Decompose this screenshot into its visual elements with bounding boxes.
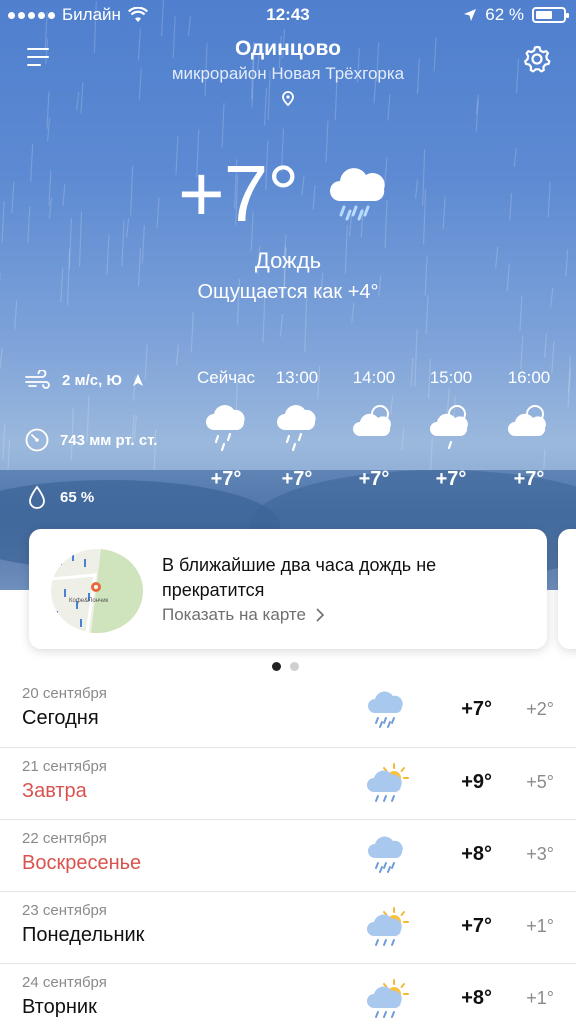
hourly-item[interactable]: Сейчас +7°: [191, 368, 261, 491]
day-name: Понедельник: [22, 924, 145, 946]
partly-cloudy-icon: [353, 405, 391, 436]
city-title[interactable]: Одинцово: [0, 37, 576, 61]
partly-cloudy-icon: [508, 405, 546, 436]
battery-percent: 62 %: [485, 5, 524, 24]
sun-cloud-rain-icon: [366, 906, 410, 955]
daily-forecast-row[interactable]: 22 сентября Воскресенье +8° +3°: [0, 819, 576, 891]
day-low-temp: +5°: [526, 772, 554, 792]
sun-cloud-rain-icon: [366, 762, 410, 811]
cloud-rain-icon: [277, 405, 316, 452]
pager-dot: [290, 662, 299, 671]
day-date: 21 сентября: [22, 758, 107, 775]
hour-temp: +7°: [435, 468, 467, 490]
hour-temp: +7°: [358, 468, 390, 490]
condition-label: Дождь: [254, 248, 322, 273]
hour-temp: +7°: [281, 468, 313, 490]
chevron-right-icon: [316, 608, 324, 622]
feels-like-label: Ощущается как +4°: [197, 281, 379, 303]
show-on-map-label: Показать на карте: [162, 605, 306, 624]
district-subtitle[interactable]: микрорайон Новая Трёхгорка: [0, 64, 576, 84]
humidity-drop-icon: [29, 485, 45, 509]
show-on-map-link[interactable]: Показать на карте: [162, 605, 324, 625]
day-date: 20 сентября: [22, 685, 107, 702]
hour-temp: +7°: [210, 468, 242, 490]
nowcast-message: В ближайшие два часа дождь не прекратитс…: [162, 555, 437, 600]
cloud-rain-icon: [366, 689, 406, 734]
location-pin-icon: [282, 91, 294, 107]
next-card-peek[interactable]: [558, 529, 576, 649]
day-low-temp: +2°: [526, 699, 554, 719]
wind-icon: [25, 370, 50, 389]
hour-label: Сейчас: [196, 368, 256, 387]
hourly-item[interactable]: 16:00 +7°: [494, 368, 564, 491]
status-bar: Билайн 12:43 62 %: [0, 0, 576, 30]
day-date: 22 сентября: [22, 830, 107, 847]
hour-temp: +7°: [513, 468, 545, 490]
location-arrow-icon: [464, 9, 477, 21]
hour-label: 13:00: [275, 368, 319, 387]
day-high-temp: +9°: [461, 771, 492, 793]
day-name: Вторник: [22, 996, 97, 1018]
hourly-item[interactable]: 13:00 +7°: [262, 368, 332, 491]
nowcast-card[interactable]: Кофе&Пончик В ближайшие два часа дождь н…: [29, 529, 547, 649]
pressure-metric: 743 мм рт. ст.: [24, 427, 157, 453]
day-name: Воскресенье: [22, 852, 142, 874]
humidity-metric: 65 %: [24, 484, 94, 510]
day-high-temp: +7°: [461, 915, 492, 937]
humidity-value: 65 %: [60, 488, 95, 506]
rain-map-thumbnail[interactable]: Кофе&Пончик: [51, 549, 143, 633]
day-date: 24 сентября: [22, 974, 107, 991]
day-high-temp: +8°: [461, 987, 492, 1009]
day-date: 23 сентября: [22, 902, 107, 919]
partly-cloudy-rain-icon: [430, 405, 468, 450]
cloud-rain-icon: [366, 834, 406, 879]
day-low-temp: +1°: [526, 988, 554, 1008]
daily-forecast-row[interactable]: 21 сентября Завтра +9° +5°: [0, 747, 576, 819]
day-name: Завтра: [22, 780, 87, 802]
current-temperature: +7°: [178, 149, 299, 238]
daily-forecast-row[interactable]: 23 сентября Понедельник +7° +1°: [0, 891, 576, 963]
hour-label: 16:00: [507, 368, 551, 387]
battery-icon: [532, 7, 569, 23]
pager-dot-active: [272, 662, 281, 671]
hour-label: 15:00: [429, 368, 473, 387]
day-high-temp: +7°: [461, 698, 492, 720]
day-name: Сегодня: [22, 707, 99, 729]
hourly-item[interactable]: 14:00 +7°: [339, 368, 409, 491]
map-place-label: Кофе&Пончик: [69, 598, 109, 604]
pressure-gauge-icon: [25, 428, 49, 452]
card-pager: [272, 662, 299, 671]
wind-value: 2 м/с, Ю: [62, 371, 122, 389]
wind-direction-icon: [132, 374, 143, 386]
cloud-rain-icon: [206, 405, 245, 452]
hourly-item[interactable]: 15:00 +7°: [416, 368, 486, 491]
pressure-value: 743 мм рт. ст.: [60, 431, 158, 449]
sun-cloud-rain-icon: [366, 978, 410, 1024]
cloud-rain-icon: [330, 168, 385, 221]
wind-metric: 2 м/с, Ю: [24, 370, 144, 390]
daily-forecast-row[interactable]: 24 сентября Вторник +8° +1°: [0, 963, 576, 1024]
hour-label: 14:00: [352, 368, 396, 387]
day-low-temp: +3°: [526, 844, 554, 864]
daily-forecast-row[interactable]: 20 сентября Сегодня +7° +2°: [0, 675, 576, 747]
day-high-temp: +8°: [461, 843, 492, 865]
day-low-temp: +1°: [526, 916, 554, 936]
